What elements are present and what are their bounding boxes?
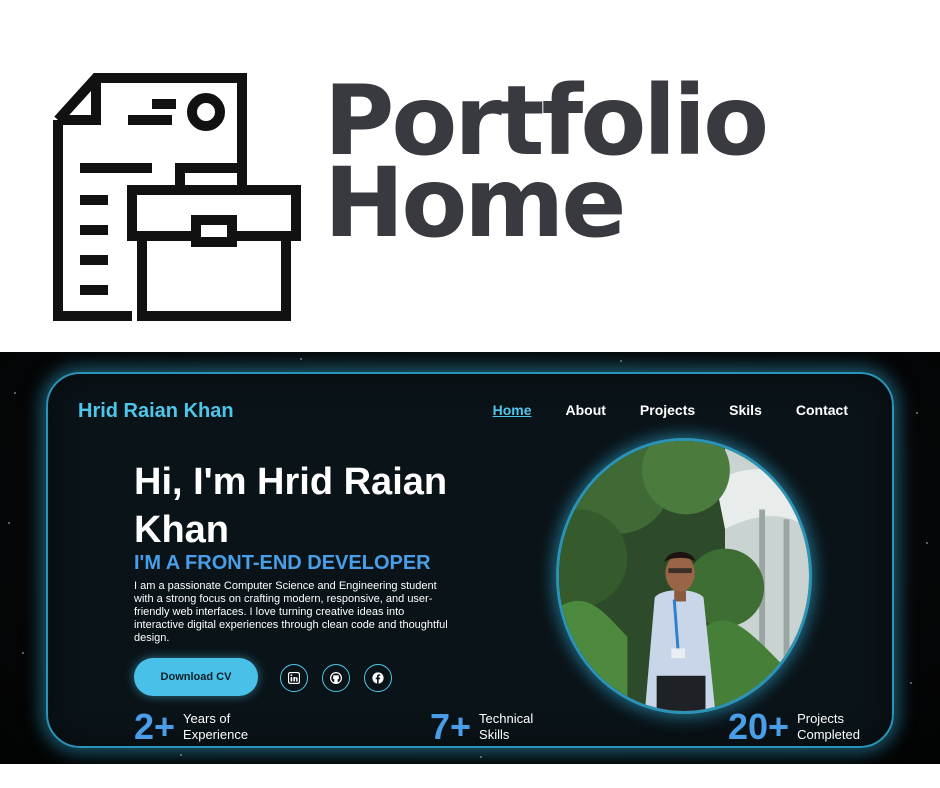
profile-photo — [556, 438, 812, 714]
nav-about[interactable]: About — [565, 402, 605, 418]
main-nav: Home About Projects Skils Contact — [493, 402, 848, 418]
nav-projects[interactable]: Projects — [640, 402, 695, 418]
portfolio-document-briefcase-icon — [53, 73, 301, 321]
banner: Portfolio Home — [0, 0, 940, 352]
portfolio-card: Hrid Raian Khan Home About Projects Skil… — [46, 372, 894, 748]
hero-subtitle: I'M A FRONT-END DEVELOPER — [134, 552, 431, 574]
stat-label: Projects Completed — [797, 711, 860, 742]
linkedin-icon[interactable] — [280, 664, 308, 692]
stat-label: Years of Experience — [183, 711, 249, 742]
site-brand[interactable]: Hrid Raian Khan — [78, 400, 234, 423]
nav-contact[interactable]: Contact — [796, 402, 848, 418]
banner-title: Portfolio Home — [324, 73, 769, 251]
stat-label: Technical Skills — [479, 711, 534, 742]
facebook-icon[interactable] — [364, 664, 392, 692]
stat-number: 20+ — [728, 706, 790, 747]
nav-skills[interactable]: Skils — [729, 402, 762, 418]
stat-experience: 2+ Years of Experience — [134, 706, 263, 747]
stat-number: 2+ — [134, 706, 176, 747]
hero-description: I am a passionate Computer Science and E… — [134, 580, 448, 644]
website-screenshot: Hrid Raian Khan Home About Projects Skil… — [0, 352, 940, 764]
hero-title: Hi, I'm Hrid Raian Khan — [134, 461, 448, 551]
download-cv-button[interactable]: Download CV — [134, 658, 258, 696]
stat-projects: 20+ Projects Completed — [728, 706, 869, 747]
stat-skills: 7+ Technical Skills — [430, 706, 543, 747]
stat-number: 7+ — [430, 706, 472, 747]
nav-home[interactable]: Home — [493, 402, 532, 418]
github-icon[interactable] — [322, 664, 350, 692]
